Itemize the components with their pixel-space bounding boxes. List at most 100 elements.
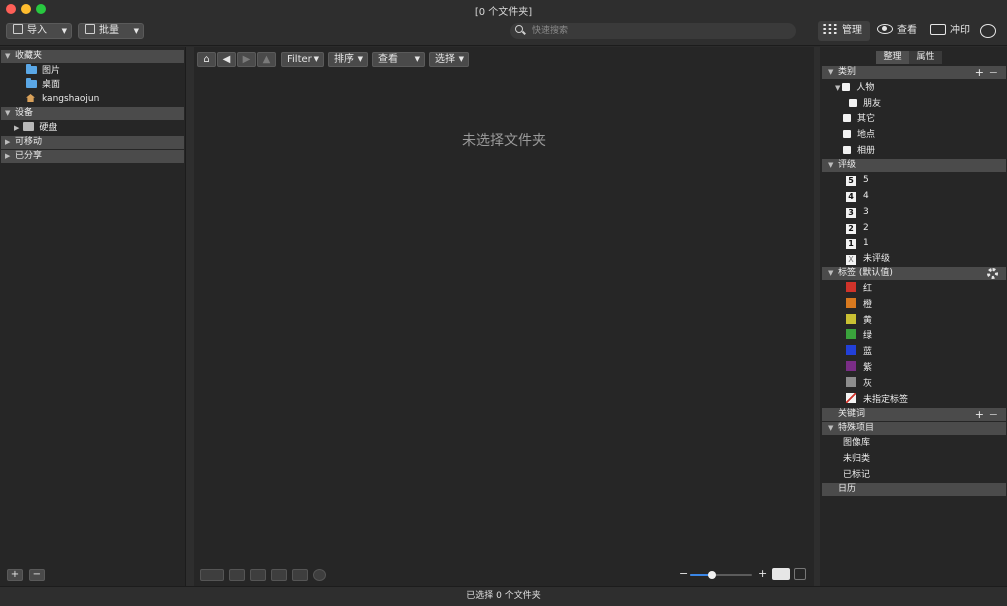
sidebar-item-hard-disk[interactable]: ▶ 硬盘 [14, 121, 57, 135]
gear-icon[interactable] [987, 268, 998, 279]
export-button[interactable] [200, 569, 224, 581]
color-label-text: 黄 [863, 315, 873, 326]
splitter-left[interactable] [186, 47, 194, 586]
add-keyword-button[interactable]: + [975, 408, 984, 421]
keywords-header[interactable]: 关键词 + − [822, 408, 1006, 421]
view-dropdown[interactable]: 查看 ▼ [372, 52, 425, 67]
color-label-item[interactable]: 紫 [846, 361, 872, 375]
category-label: 朋友 [863, 99, 882, 109]
rating-header[interactable]: ▼ 评级 [822, 159, 1006, 172]
search-input[interactable] [532, 24, 782, 37]
special-items-header[interactable]: ▼ 特殊项目 [822, 422, 1006, 435]
color-label-item[interactable]: 红 [846, 282, 872, 296]
rating-item[interactable]: 33 [846, 205, 869, 219]
favorites-header[interactable]: ▼ 收藏夹 [1, 50, 184, 63]
rating-item[interactable]: X 未评级 [846, 252, 890, 266]
color-label-text: 橙 [863, 299, 873, 310]
mode-print-label: 冲印 [950, 25, 970, 36]
color-label-item[interactable]: 灰 [846, 376, 872, 391]
slider-knob[interactable] [707, 571, 716, 579]
rotate-right-button[interactable] [250, 569, 266, 581]
category-checkbox[interactable] [843, 114, 851, 122]
stop-button[interactable] [292, 569, 308, 581]
home-nav-icon: ⌂ [203, 54, 210, 65]
mode-view-button[interactable]: 查看 [873, 21, 925, 41]
rotate-left-button[interactable] [229, 569, 245, 581]
devices-header[interactable]: ▼ 设备 [1, 107, 184, 120]
special-item-flagged[interactable]: 已标记 [843, 468, 870, 482]
category-checkbox[interactable] [843, 130, 851, 138]
category-label: 地点 [857, 130, 876, 140]
remove-keyword-button[interactable]: − [989, 408, 998, 421]
category-checkbox[interactable] [843, 146, 851, 154]
disclosure-closed-icon: ▶ [14, 124, 20, 132]
batch-button[interactable]: 批量 ▼ [78, 23, 144, 39]
category-item[interactable]: 其它 [843, 112, 875, 126]
thumbnail-size-slider[interactable] [690, 571, 752, 579]
add-category-button[interactable]: + [975, 66, 984, 79]
mode-print-button[interactable]: 冲印 [926, 21, 978, 41]
zoom-in-button[interactable]: + [758, 567, 767, 580]
share-icon[interactable] [980, 24, 996, 38]
special-item-unfiled[interactable]: 未归类 [843, 452, 870, 466]
arrow-up-icon: ▲ [262, 54, 271, 65]
color-label-item[interactable]: 蓝 [846, 345, 872, 359]
sidebar-item-desktop[interactable]: 桌面 [26, 78, 60, 92]
labels-header[interactable]: ▼ 标签 (默认值) [822, 267, 1006, 280]
refresh-button[interactable] [313, 569, 326, 581]
special-item-library[interactable]: 图像库 [843, 436, 870, 450]
remove-source-button[interactable]: − [28, 569, 45, 581]
sidebar-item-pictures[interactable]: 图片 [26, 64, 60, 78]
color-label-item[interactable]: 黄 [846, 313, 873, 328]
source-sidebar: ▼ 收藏夹 图片 桌面 kangshaojun ▼ 设备 ▶ 硬盘 ▶ 可移动 ▶ 已分享… [0, 47, 186, 586]
shared-header[interactable]: ▶ 已分享 [1, 150, 184, 163]
sidebar-item-label: kangshaojun [42, 94, 100, 104]
search-field[interactable] [510, 23, 796, 39]
batch-icon [85, 24, 95, 34]
color-label-item[interactable]: 橙 [846, 297, 873, 312]
grid-view-button[interactable] [794, 568, 806, 580]
sort-dropdown[interactable]: 排序 ▼ [328, 52, 368, 67]
calendar-header[interactable]: 日历 [822, 483, 1006, 496]
category-checkbox[interactable] [842, 83, 851, 91]
home-button[interactable]: ⌂ [197, 52, 216, 67]
rating-item[interactable]: 22 [846, 221, 869, 235]
color-label-item[interactable]: 未指定标签 [846, 392, 908, 407]
mode-manage-button[interactable]: 管理 [818, 21, 870, 41]
rating-item[interactable]: 44 [846, 189, 869, 203]
category-item[interactable]: ▼ 人物 [835, 81, 874, 95]
sidebar-item-label: 桌面 [42, 80, 61, 90]
back-button[interactable]: ◀ [217, 52, 236, 67]
category-item[interactable]: 地点 [843, 128, 875, 142]
keywords-label: 关键词 [838, 409, 866, 419]
forward-button[interactable]: ▶ [237, 52, 256, 67]
filter-dropdown[interactable]: Filter ▼ [281, 52, 324, 67]
category-checkbox[interactable] [849, 99, 857, 107]
up-button[interactable]: ▲ [257, 52, 276, 67]
list-view-button[interactable] [772, 568, 790, 580]
browser-pane: ⌂ ◀ ▶ ▲ Filter ▼ 排序 ▼ 查看 ▼ 选择 ▼ 未选择文件夹 − + [194, 47, 814, 586]
import-button[interactable]: 导入 ▼ [6, 23, 72, 39]
special-items-label: 特殊项目 [838, 423, 875, 433]
categories-header[interactable]: ▼ 类别 + − [822, 66, 1006, 79]
rating-item[interactable]: 55 [846, 173, 869, 187]
select-dropdown[interactable]: 选择 ▼ [429, 52, 469, 67]
rating-badge: 1 [846, 239, 856, 249]
rating-item[interactable]: 11 [846, 236, 869, 250]
favorites-label: 收藏夹 [15, 51, 43, 61]
removable-header[interactable]: ▶ 可移动 [1, 136, 184, 149]
remove-category-button[interactable]: − [989, 66, 998, 79]
color-swatch [846, 392, 856, 403]
slideshow-button[interactable] [271, 569, 287, 581]
add-source-button[interactable]: + [7, 569, 23, 581]
color-label-item[interactable]: 绿 [846, 329, 872, 343]
chevron-down-icon: ▼ [357, 55, 363, 63]
category-item[interactable]: 朋友 [849, 97, 881, 111]
sidebar-item-home[interactable]: kangshaojun [26, 92, 99, 106]
tab-properties[interactable]: 属性 [909, 51, 942, 64]
search-icon [515, 25, 523, 33]
folder-icon [26, 78, 37, 88]
tab-organize[interactable]: 整理 [876, 51, 909, 64]
zoom-out-button[interactable]: − [679, 567, 688, 580]
category-item[interactable]: 相册 [843, 144, 875, 158]
